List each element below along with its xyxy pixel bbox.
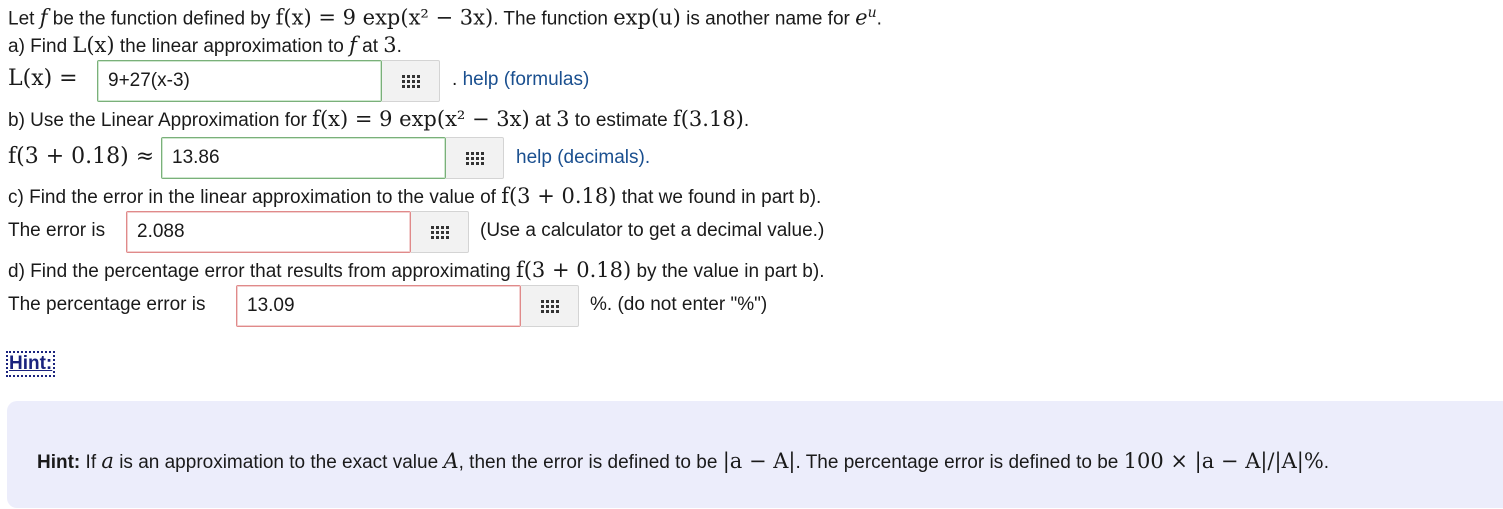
function-expression: f(3 + 0.18): [515, 258, 632, 282]
exp-notation: exp(u): [613, 5, 681, 30]
part-b-answer-input[interactable]: [161, 137, 446, 179]
part-d-note: %. (do not enter "%"): [590, 294, 768, 315]
linear-approx-symbol: L(x): [72, 33, 115, 57]
hint-segment: is an approximation to the exact value: [113, 452, 444, 473]
part-d-prompt: d) Find the percentage error that result…: [8, 258, 824, 284]
point-value: 3: [383, 33, 397, 57]
function-expression: f(3 + 0.18): [501, 184, 617, 208]
problem-statement: Let f be the function defined by f(x) = …: [8, 1, 882, 31]
part-d-label: The percentage error is: [8, 294, 206, 315]
intro-text: be the function defined by: [47, 8, 276, 30]
variable-a: a: [101, 449, 114, 473]
hint-segment: , then the error is defined to be: [458, 452, 723, 473]
prompt-text: to estimate: [569, 110, 673, 131]
hint-segment: .: [1323, 452, 1330, 473]
grid-icon: [430, 225, 449, 239]
help-prefix: .: [452, 69, 463, 90]
grid-icon: [401, 74, 420, 88]
intro-text: .: [876, 8, 882, 30]
part-a-help: . help (formulas): [452, 68, 589, 92]
part-d-answer-input[interactable]: [236, 285, 521, 327]
target-expression: f(3.18): [672, 107, 744, 131]
prompt-text: a) Find: [8, 36, 73, 57]
error-formula: |a − A|: [722, 449, 796, 473]
help-decimals-link[interactable]: help (decimals).: [516, 147, 650, 168]
help-formulas-link[interactable]: help (formulas): [463, 69, 590, 90]
prompt-text: d) Find the percentage error that result…: [8, 261, 516, 282]
prompt-text: at: [356, 36, 384, 57]
hint-toggle-link[interactable]: Hint:: [5, 351, 56, 377]
intro-text: . The function: [493, 8, 614, 30]
function-expression: f(x) = 9 exp(x² − 3x): [312, 107, 530, 131]
part-d-equation-editor-button[interactable]: [521, 285, 579, 327]
function-lhs: f(x): [275, 5, 312, 30]
intro-text: Let: [8, 8, 40, 30]
hint-label: Hint:: [37, 452, 81, 473]
prompt-text: that we found in part b).: [616, 187, 822, 208]
part-b-label: f(3 + 0.18) ≈: [8, 144, 155, 169]
hint-segment: . The percentage error is defined to be: [795, 452, 1124, 473]
variable-A: A: [443, 449, 459, 473]
part-c-label: The error is: [8, 220, 106, 241]
grid-icon: [540, 299, 559, 313]
percentage-error-formula: 100 × |a − A|/|A|%: [1123, 449, 1324, 473]
function-symbol: f: [349, 33, 357, 57]
function-rhs: 9 exp(x² − 3x): [342, 5, 494, 30]
part-a-answer-input[interactable]: [97, 60, 382, 102]
part-c-equation-editor-button[interactable]: [411, 211, 469, 253]
part-c-prompt: c) Find the error in the linear approxim…: [8, 184, 821, 210]
grid-icon: [465, 151, 484, 165]
part-b-prompt: b) Use the Linear Approximation for f(x)…: [8, 107, 749, 133]
prompt-text: by the value in part b).: [631, 261, 825, 282]
e-exponent: u: [867, 5, 877, 21]
equals-sign: =: [311, 5, 343, 30]
part-b-help: help (decimals).: [516, 146, 650, 170]
prompt-text: .: [396, 36, 402, 57]
hint-text: Hint: If a is an approximation to the ex…: [37, 449, 1329, 474]
prompt-text: at: [529, 110, 557, 131]
hint-segment: If: [80, 452, 102, 473]
e-base: e: [855, 5, 868, 30]
point-value: 3: [556, 107, 570, 131]
prompt-text: .: [743, 110, 750, 131]
part-c-answer-input[interactable]: [126, 211, 411, 253]
part-a-prompt: a) Find L(x) the linear approximation to…: [8, 33, 402, 59]
part-a-label: L(x) =: [8, 66, 78, 91]
prompt-text: c) Find the error in the linear approxim…: [8, 187, 502, 208]
part-b-equation-editor-button[interactable]: [446, 137, 504, 179]
prompt-text: the linear approximation to: [114, 36, 350, 57]
intro-text: is another name for: [680, 8, 856, 30]
part-c-note: (Use a calculator to get a decimal value…: [480, 220, 825, 241]
hint-panel: Hint: If a is an approximation to the ex…: [7, 401, 1503, 508]
prompt-text: b) Use the Linear Approximation for: [8, 110, 313, 131]
part-a-equation-editor-button[interactable]: [382, 60, 440, 102]
